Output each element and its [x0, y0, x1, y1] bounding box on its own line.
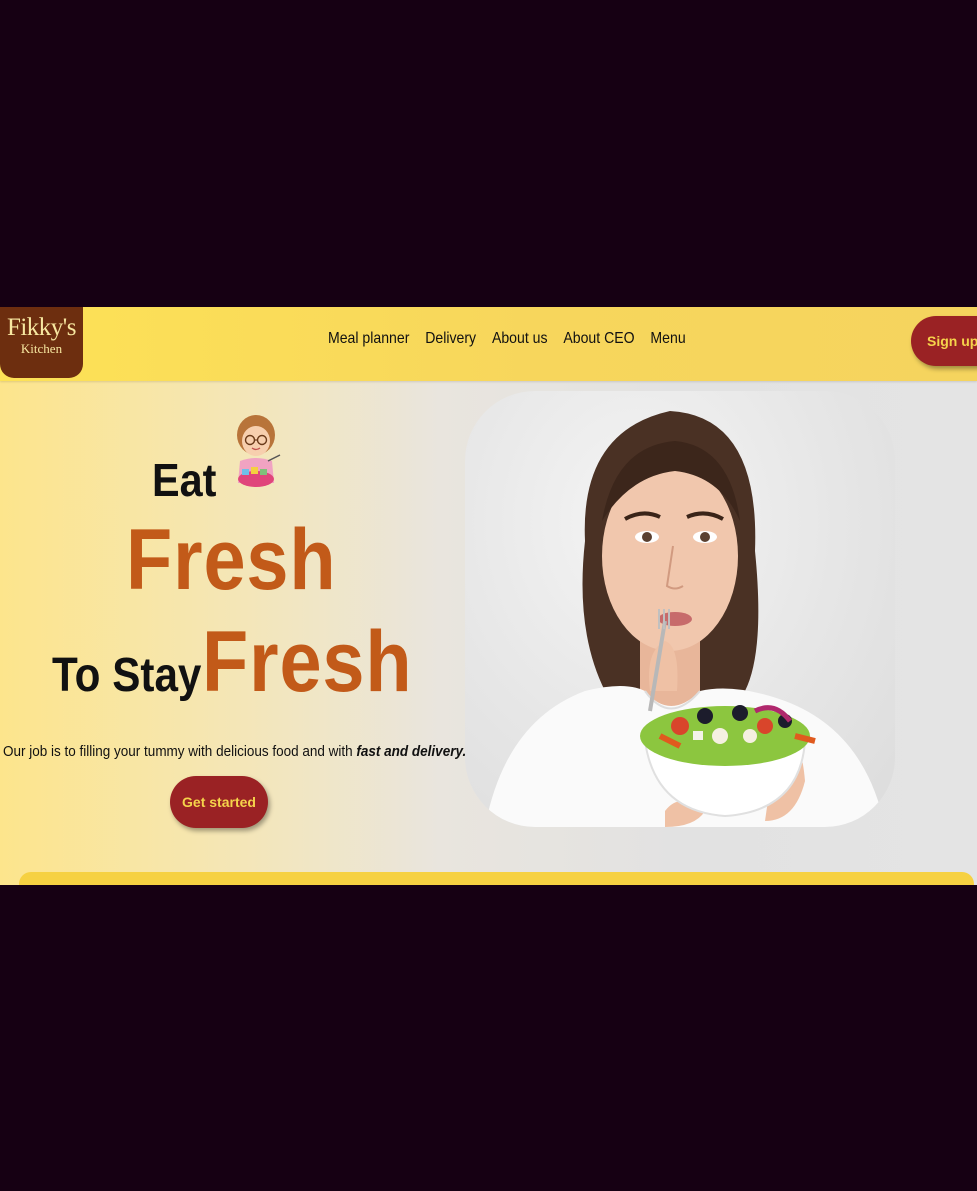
get-started-button[interactable]: Get started	[170, 776, 268, 828]
hero-to-stay: To Stay	[52, 649, 202, 702]
hero-text: Eat Fresh To Stay Fresh Our job is to fi…	[0, 381, 466, 881]
logo-title: Fikky's	[6, 314, 77, 341]
nav-links: Meal planner Delivery About us About CEO…	[328, 330, 701, 348]
brand-logo[interactable]: Fikky's Kitchen	[0, 307, 83, 378]
next-section-strip	[19, 872, 974, 885]
nav-delivery[interactable]: Delivery	[425, 330, 476, 348]
website-viewport: Fikky's Kitchen Meal planner Delivery Ab…	[0, 307, 977, 885]
nav-about-us[interactable]: About us	[492, 330, 548, 348]
nav-about-ceo[interactable]: About CEO	[563, 330, 634, 348]
hero-eat: Eat	[152, 454, 217, 506]
chef-lady-icon	[237, 415, 281, 487]
hero-fresh-1: Fresh	[126, 512, 337, 608]
logo-subtitle: Kitchen	[20, 341, 63, 356]
hero-tagline: Our job is to filling your tummy with de…	[3, 743, 466, 760]
hero-fresh-2: Fresh	[202, 614, 413, 710]
tagline-plain: Our job is to filling your tummy with de…	[3, 743, 357, 760]
salad-photo-icon	[485, 411, 885, 827]
woman-eating-salad-image	[465, 391, 895, 827]
nav-menu[interactable]: Menu	[650, 330, 685, 348]
nav-meal-planner[interactable]: Meal planner	[328, 330, 409, 348]
navbar: Fikky's Kitchen Meal planner Delivery Ab…	[0, 307, 977, 381]
signup-button[interactable]: Sign up	[911, 316, 977, 366]
tagline-emphasis: fast and delivery.	[356, 743, 467, 760]
